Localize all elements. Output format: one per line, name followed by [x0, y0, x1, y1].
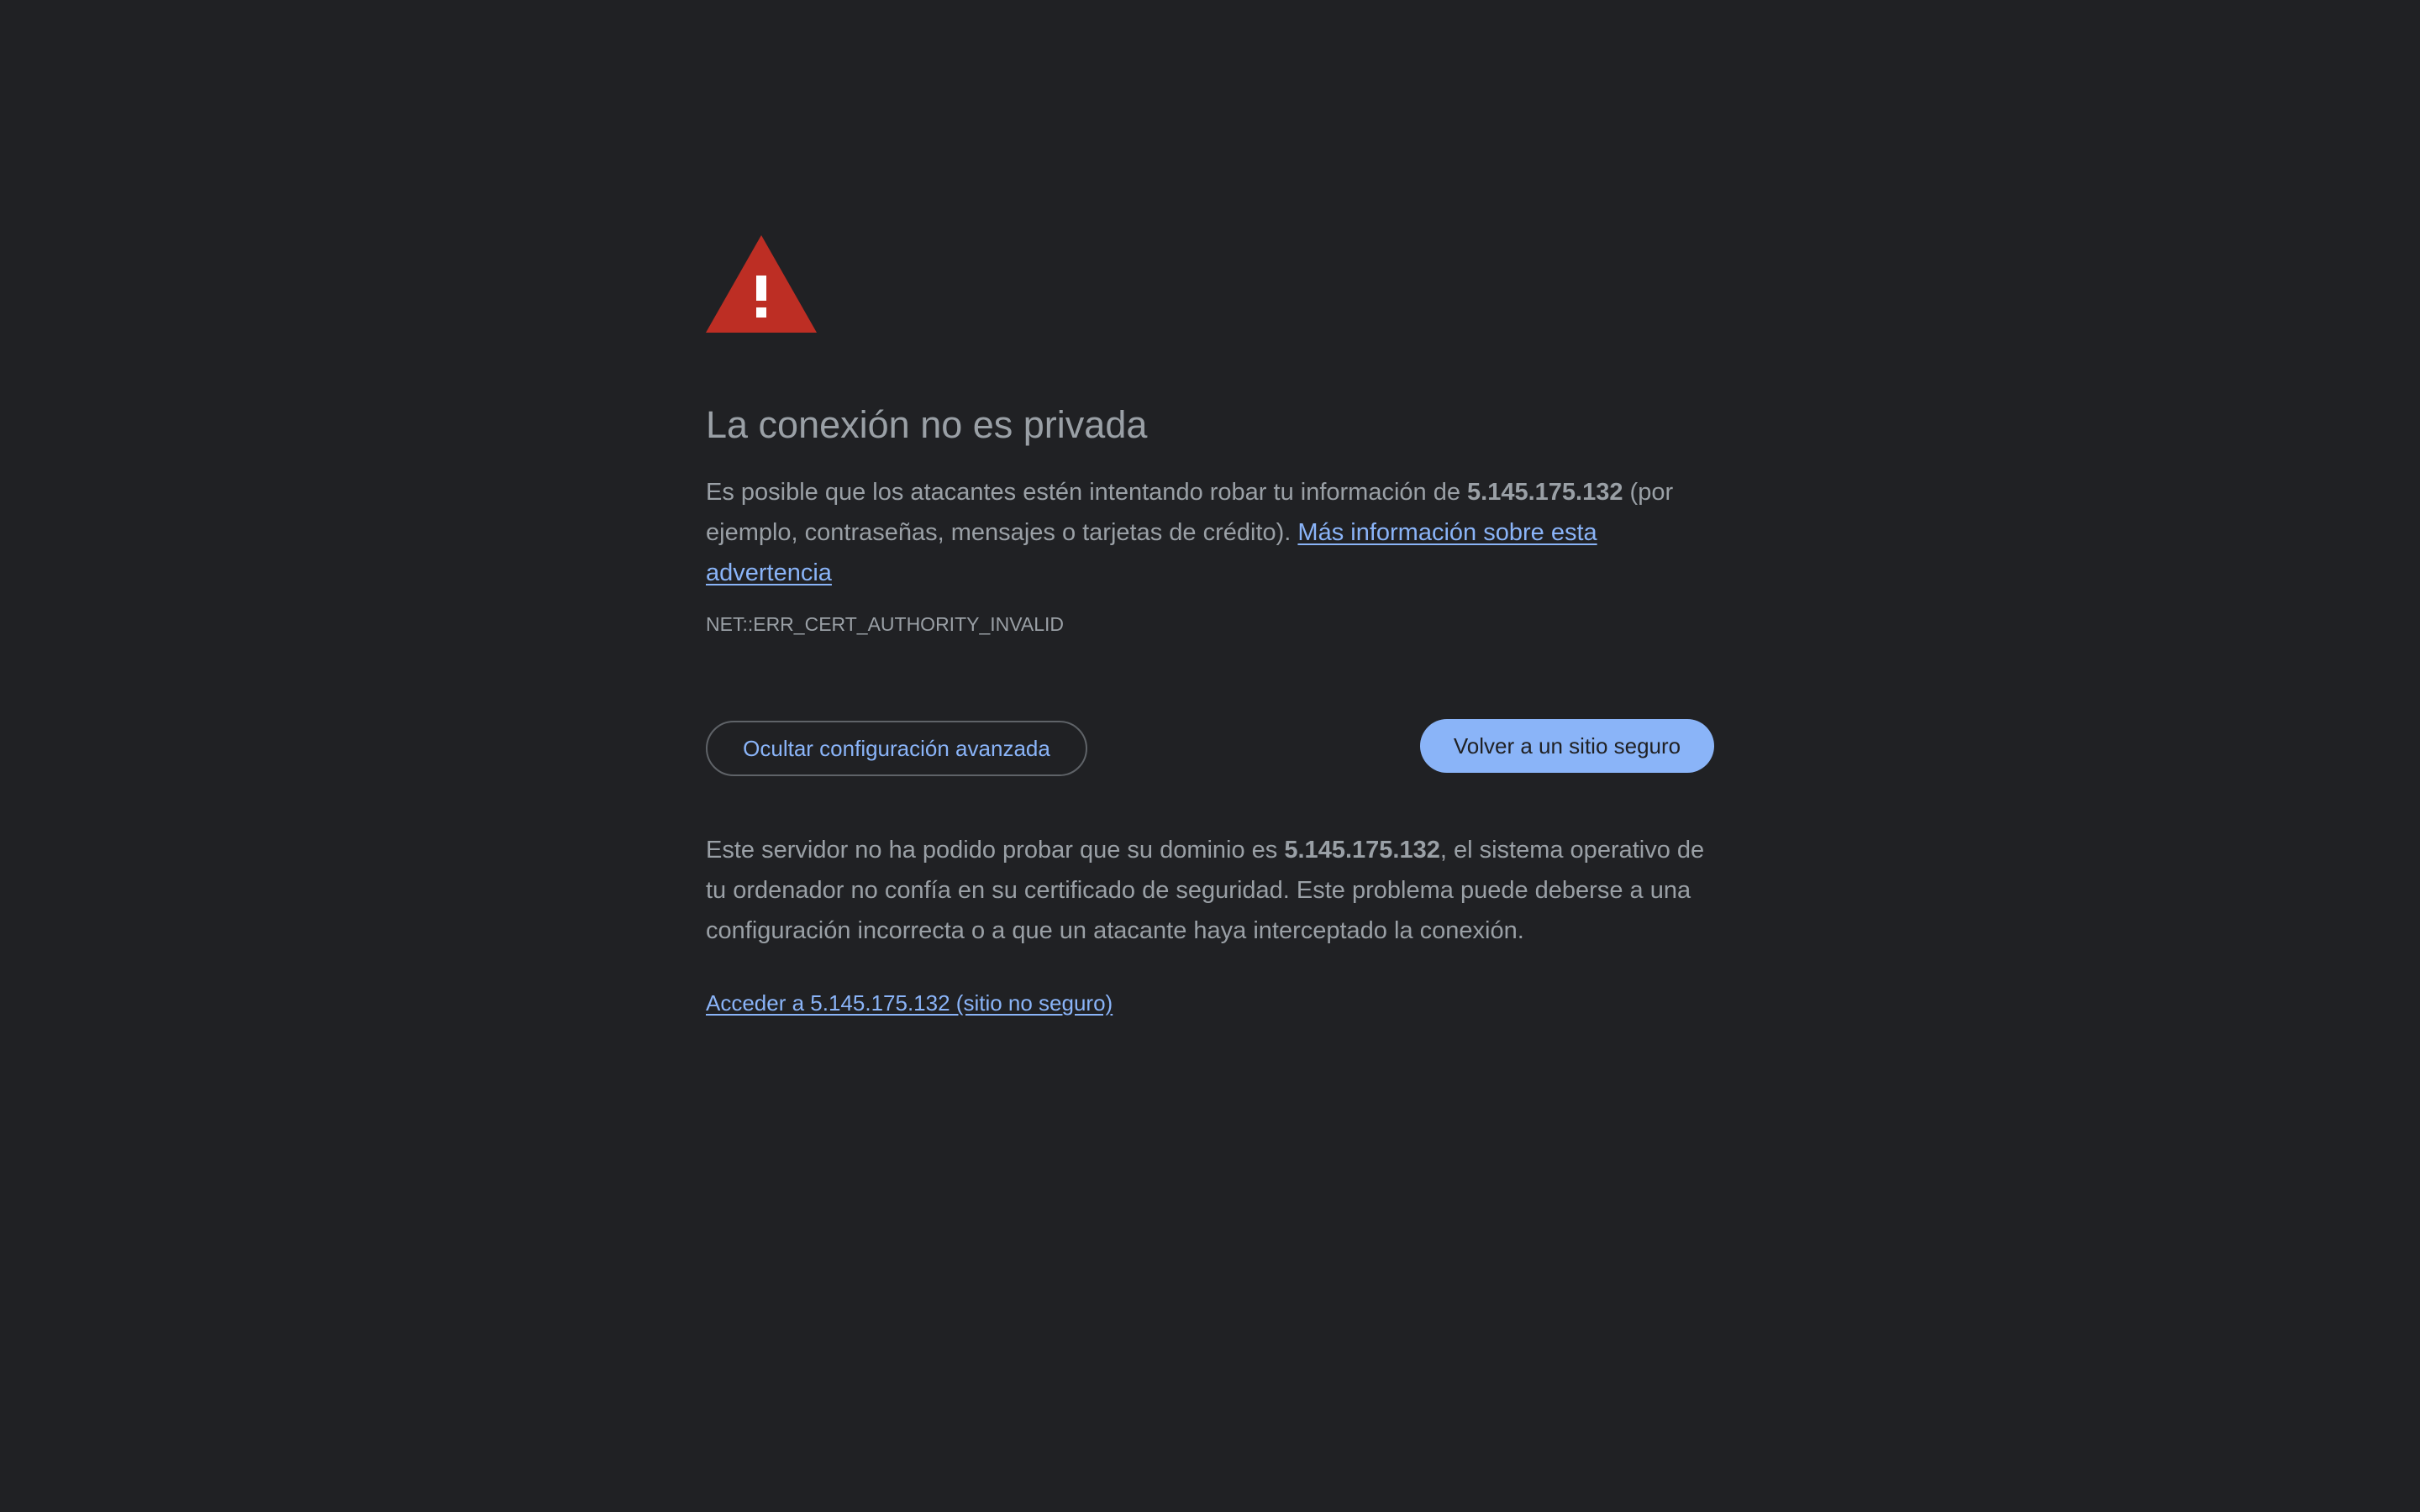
intro-text-before: Es posible que los atacantes estén inten…: [706, 479, 1468, 506]
button-row: Ocultar configuración avanzada Volver a …: [706, 719, 1714, 778]
details-paragraph: Este servidor no ha podido probar que su…: [706, 830, 1714, 951]
interstitial-page: La conexión no es privada Es posible que…: [0, 0, 2420, 1512]
intro-host: 5.145.175.132: [1467, 479, 1623, 506]
details-text-before: Este servidor no ha podido probar que su…: [706, 837, 1285, 864]
details-host: 5.145.175.132: [1284, 837, 1440, 864]
hide-advanced-button[interactable]: Ocultar configuración avanzada: [706, 721, 1087, 776]
main-content: La conexión no es privada Es posible que…: [706, 235, 1714, 1018]
warning-triangle-icon: [706, 235, 817, 333]
intro-paragraph: Es posible que los atacantes estén inten…: [706, 472, 1714, 593]
error-code: NET::ERR_CERT_AUTHORITY_INVALID: [706, 613, 1065, 635]
page-title: La conexión no es privada: [706, 403, 1148, 446]
back-to-safety-button[interactable]: Volver a un sitio seguro: [1420, 719, 1714, 773]
proceed-unsafe-link[interactable]: Acceder a 5.145.175.132 (sitio no seguro…: [706, 990, 1113, 1016]
proceed-paragraph: Acceder a 5.145.175.132 (sitio no seguro…: [706, 988, 1714, 1018]
